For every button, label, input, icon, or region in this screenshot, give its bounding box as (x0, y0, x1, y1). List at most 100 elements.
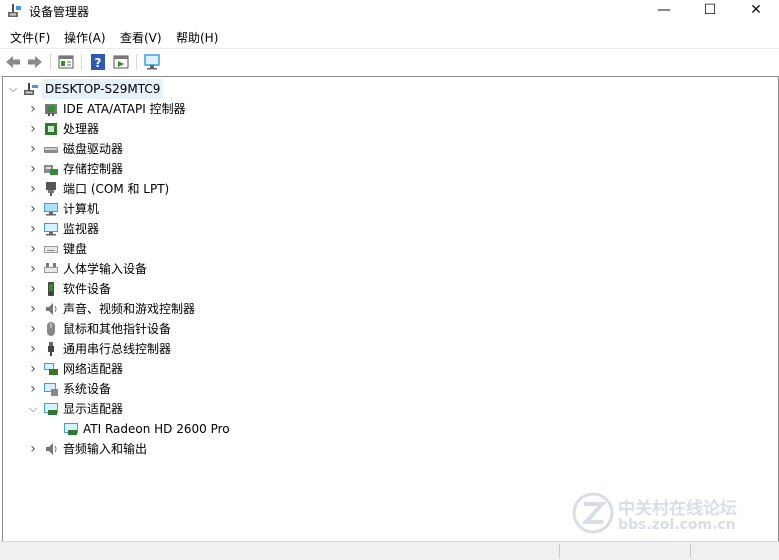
expand-chevron-icon[interactable]: › (27, 139, 39, 159)
tree-category-row[interactable]: › IDE ATA/ATAPI 控制器 (3, 99, 776, 119)
storage-controller-icon (44, 165, 58, 175)
svg-text:?: ? (95, 56, 102, 70)
tree-category-row[interactable]: › 声音、视频和游戏控制器 (3, 299, 776, 319)
expand-chevron-icon[interactable]: › (27, 179, 39, 199)
menu-help[interactable]: 帮助(H) (176, 29, 218, 46)
audio-io-icon (46, 443, 57, 455)
tree-category-row[interactable]: › 磁盘驱动器 (3, 139, 776, 159)
collapse-chevron-icon[interactable]: ⌵ (27, 399, 39, 419)
tree-item-label[interactable]: 计算机 (63, 199, 99, 219)
tree-item-label[interactable]: 显示适配器 (63, 399, 123, 419)
tree-category-row[interactable]: › 键盘 (3, 239, 776, 259)
tree-category-row[interactable]: › 存储控制器 (3, 159, 776, 179)
status-separator (559, 544, 560, 558)
tree-item-label[interactable]: 人体学输入设备 (63, 259, 147, 279)
keyboard-icon (44, 246, 58, 253)
tree-category-row[interactable]: › 软件设备 (3, 279, 776, 299)
properties-icon[interactable] (57, 53, 75, 71)
tree-item-label[interactable]: 音频输入和输出 (63, 439, 147, 459)
status-bar (0, 541, 779, 560)
tree-item-label[interactable]: 处理器 (63, 119, 99, 139)
forward-arrow-icon[interactable] (26, 53, 44, 71)
expand-chevron-icon[interactable]: › (27, 299, 39, 319)
menu-file[interactable]: 文件(F) (10, 29, 50, 46)
tree-root-label[interactable]: DESKTOP-S29MTC9 (42, 79, 164, 99)
expand-chevron-icon[interactable]: › (27, 359, 39, 379)
watermark-line1: 中关村在线论坛 (618, 499, 737, 519)
expand-chevron-icon[interactable]: › (27, 219, 39, 239)
menu-view[interactable]: 查看(V) (120, 29, 162, 46)
expand-chevron-icon[interactable]: › (27, 259, 39, 279)
device-manager-app-icon (8, 4, 21, 17)
tree-item-label[interactable]: 软件设备 (63, 279, 111, 299)
watermark: 中关村在线论坛 bbs.zol.com.cn (572, 490, 772, 538)
tree-item-label[interactable]: 系统设备 (63, 379, 111, 399)
menu-action[interactable]: 操作(A) (64, 29, 106, 46)
tree-item-label[interactable]: 磁盘驱动器 (63, 139, 123, 159)
toolbar: ? (0, 48, 779, 75)
expand-chevron-icon[interactable]: › (27, 99, 39, 119)
close-button[interactable]: ✕ (733, 0, 779, 22)
tree-category-row[interactable]: › 端口 (COM 和 LPT) (3, 179, 776, 199)
tree-item-label[interactable]: 鼠标和其他指针设备 (63, 319, 171, 339)
expand-chevron-icon[interactable]: › (27, 199, 39, 219)
minimize-button[interactable]: — (641, 0, 687, 22)
update-driver-icon[interactable] (112, 53, 130, 71)
tree-item-label[interactable]: 声音、视频和游戏控制器 (63, 299, 195, 319)
system-device-icon (44, 383, 58, 396)
back-arrow-icon[interactable] (4, 53, 22, 71)
tree-category-row[interactable]: ⌵ 显示适配器 (3, 399, 776, 419)
expand-chevron-icon[interactable]: › (27, 279, 39, 299)
tree-category-row[interactable]: › 处理器 (3, 119, 776, 139)
ide-controller-icon (45, 104, 57, 116)
display-adapter-icon (44, 403, 58, 415)
processor-icon (45, 123, 57, 135)
expand-chevron-icon[interactable]: › (27, 339, 39, 359)
expand-chevron-icon[interactable]: › (27, 159, 39, 179)
device-tree[interactable]: ⌵ DESKTOP-S29MTC9 › IDE ATA/ATAPI 控制器 › 处理器… (2, 76, 779, 541)
sound-icon (46, 303, 57, 315)
tree-item-label[interactable]: IDE ATA/ATAPI 控制器 (63, 99, 186, 119)
tree-category-row[interactable]: › 鼠标和其他指针设备 (3, 319, 776, 339)
monitor-scan-icon[interactable] (143, 53, 161, 71)
tree-item-label[interactable]: 存储控制器 (63, 159, 123, 179)
expand-chevron-icon[interactable]: › (27, 379, 39, 399)
port-icon (46, 182, 56, 196)
tree-item-label[interactable]: ATI Radeon HD 2600 Pro (83, 419, 230, 439)
tree-item-label[interactable]: 端口 (COM 和 LPT) (63, 179, 169, 199)
computer-icon (44, 203, 58, 216)
tree-category-row[interactable]: › 通用串行总线控制器 (3, 339, 776, 359)
mouse-icon (47, 322, 55, 336)
toolbar-separator (81, 54, 82, 70)
tree-category-row[interactable]: › 人体学输入设备 (3, 259, 776, 279)
monitor-icon (44, 223, 58, 236)
display-adapter-icon (64, 423, 78, 435)
disk-drive-icon (44, 147, 58, 153)
tree-root[interactable]: ⌵ DESKTOP-S29MTC9 (3, 79, 776, 99)
tree-item-label[interactable]: 监视器 (63, 219, 99, 239)
tree-item-label[interactable]: 网络适配器 (63, 359, 123, 379)
expand-chevron-icon[interactable]: › (27, 319, 39, 339)
maximize-button[interactable]: ☐ (687, 0, 733, 22)
watermark-logo-icon (572, 492, 614, 534)
usb-icon (48, 342, 54, 356)
tree-category-row[interactable]: › 计算机 (3, 199, 776, 219)
tree-item-label[interactable]: 通用串行总线控制器 (63, 339, 171, 359)
tree-category-row[interactable]: › 系统设备 (3, 379, 776, 399)
status-separator (690, 544, 691, 558)
tree-device-row[interactable]: ATI Radeon HD 2600 Pro (3, 419, 776, 439)
window-title: 设备管理器 (29, 5, 90, 19)
toolbar-separator (50, 54, 51, 70)
watermark-line2: bbs.zol.com.cn (618, 517, 736, 533)
title-bar: 设备管理器 — ☐ ✕ (0, 0, 779, 22)
expand-chevron-icon[interactable]: › (27, 119, 39, 139)
collapse-chevron-icon[interactable]: ⌵ (7, 79, 19, 99)
expand-chevron-icon[interactable]: › (27, 439, 39, 459)
help-icon[interactable]: ? (89, 53, 107, 71)
software-device-icon (48, 282, 54, 296)
tree-category-row[interactable]: › 音频输入和输出 (3, 439, 776, 459)
tree-category-row[interactable]: › 监视器 (3, 219, 776, 239)
expand-chevron-icon[interactable]: › (27, 239, 39, 259)
tree-item-label[interactable]: 键盘 (63, 239, 87, 259)
tree-category-row[interactable]: › 网络适配器 (3, 359, 776, 379)
